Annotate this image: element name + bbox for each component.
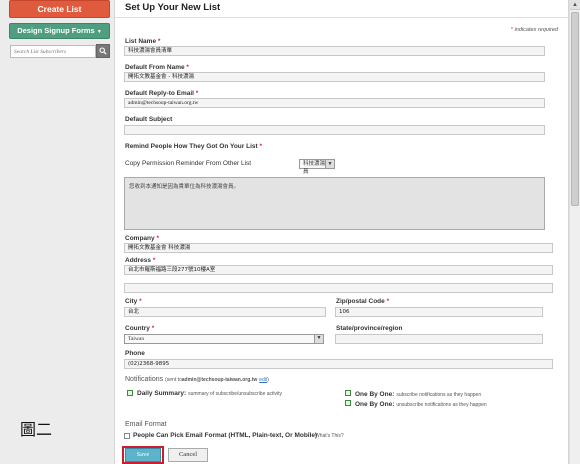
city-label: City * <box>125 298 142 305</box>
copy-permission-select[interactable]: 科技濃湯會員 ▼ <box>299 159 335 175</box>
zip-label: Zip/postal Code * <box>336 298 390 305</box>
page-title: Set Up Your New List <box>125 2 221 13</box>
city-input[interactable]: 台北 <box>124 307 326 317</box>
required-note: * indicates required <box>510 27 558 33</box>
title-divider <box>115 17 570 18</box>
address-label: Address * <box>125 257 156 264</box>
vertical-scrollbar[interactable]: ▲ <box>569 0 580 464</box>
country-value: Taiwan <box>128 336 145 342</box>
scrollbar-thumb[interactable] <box>571 12 579 206</box>
notifications-header: Notifications (sent toadmin@techsoup-tai… <box>125 376 269 383</box>
email-format-label: Email Format <box>125 421 167 428</box>
list-name-label: List Name * <box>125 38 161 45</box>
info-icon: i <box>308 432 310 438</box>
email-format-checkbox[interactable] <box>124 433 130 439</box>
company-label: Company * <box>125 235 159 242</box>
zip-input[interactable]: 106 <box>335 307 543 317</box>
reply-to-input[interactable]: admin@techsoup-taiwan.org.tw <box>124 98 545 108</box>
cancel-button[interactable]: Cancel <box>168 448 208 462</box>
default-subject-input[interactable] <box>124 125 545 135</box>
one-by-one-subscribe-option: One By One: subscribe notifications as t… <box>355 391 482 398</box>
sidebar: Create List Design Signup Forms ▼ 圖二 <box>0 0 114 464</box>
search-list-subscribers-input[interactable] <box>10 45 96 58</box>
default-from-input[interactable]: 開拓文教基金會 - 科技濃湯 <box>124 72 545 82</box>
reply-to-label: Default Reply-to Email * <box>125 90 199 97</box>
state-label: State/province/region <box>336 325 403 332</box>
country-select[interactable]: Taiwan ▼ <box>124 334 324 344</box>
notifications-email: admin@techsoup-taiwan.org.tw <box>181 377 258 383</box>
permission-reminder-textarea[interactable]: 您收到本通知是因為貴單位為科技濃湯會員。 <box>124 177 545 230</box>
one-by-one-unsubscribe-checkbox[interactable] <box>345 400 351 406</box>
copy-permission-label: Copy Permission Reminder From Other List <box>125 160 252 167</box>
figure-label: 圖二 <box>20 420 53 439</box>
phone-input[interactable]: (02)2368-9895 <box>124 359 553 369</box>
search-button[interactable] <box>96 44 110 58</box>
notifications-label: Notifications <box>125 376 164 383</box>
save-highlight-annotation <box>122 446 164 464</box>
default-subject-label: Default Subject <box>125 116 173 123</box>
daily-summary-checkbox[interactable] <box>127 390 133 396</box>
whats-this-link[interactable]: What's This? <box>315 433 344 439</box>
phone-label: Phone <box>125 350 145 357</box>
scroll-up-arrow-icon[interactable]: ▲ <box>570 0 580 10</box>
address-input[interactable]: 台北市羅斯福路三段277號10樓A室 <box>124 265 553 275</box>
company-input[interactable]: 開拓文教基金會 科技濃湯 <box>124 243 553 253</box>
default-from-label: Default From Name * <box>125 64 189 71</box>
address-line2-input[interactable] <box>124 283 553 293</box>
state-input[interactable] <box>335 334 543 344</box>
design-signup-label: Design Signup Forms <box>17 26 95 35</box>
design-signup-forms-button[interactable]: Design Signup Forms ▼ <box>9 23 110 39</box>
email-format-option: People Can Pick Email Format (HTML, Plai… <box>133 432 318 439</box>
list-name-input[interactable]: 科技濃湯會員清單 <box>124 46 545 56</box>
remind-label: Remind People How They Got On Your List … <box>125 143 263 150</box>
chevron-down-icon: ▼ <box>325 160 334 168</box>
daily-summary-option: Daily Summary: summary of subscribe/unsu… <box>137 390 283 397</box>
setup-list-panel: Set Up Your New List * indicates require… <box>114 0 570 464</box>
one-by-one-subscribe-checkbox[interactable] <box>345 390 351 396</box>
chevron-down-icon: ▼ <box>96 29 102 35</box>
create-list-button[interactable]: Create List <box>9 0 110 18</box>
chevron-down-icon: ▼ <box>314 335 323 343</box>
search-icon <box>99 47 107 55</box>
country-label: Country * <box>125 325 155 332</box>
one-by-one-unsubscribe-option: One By One: unsubscribe notifications as… <box>355 401 487 408</box>
